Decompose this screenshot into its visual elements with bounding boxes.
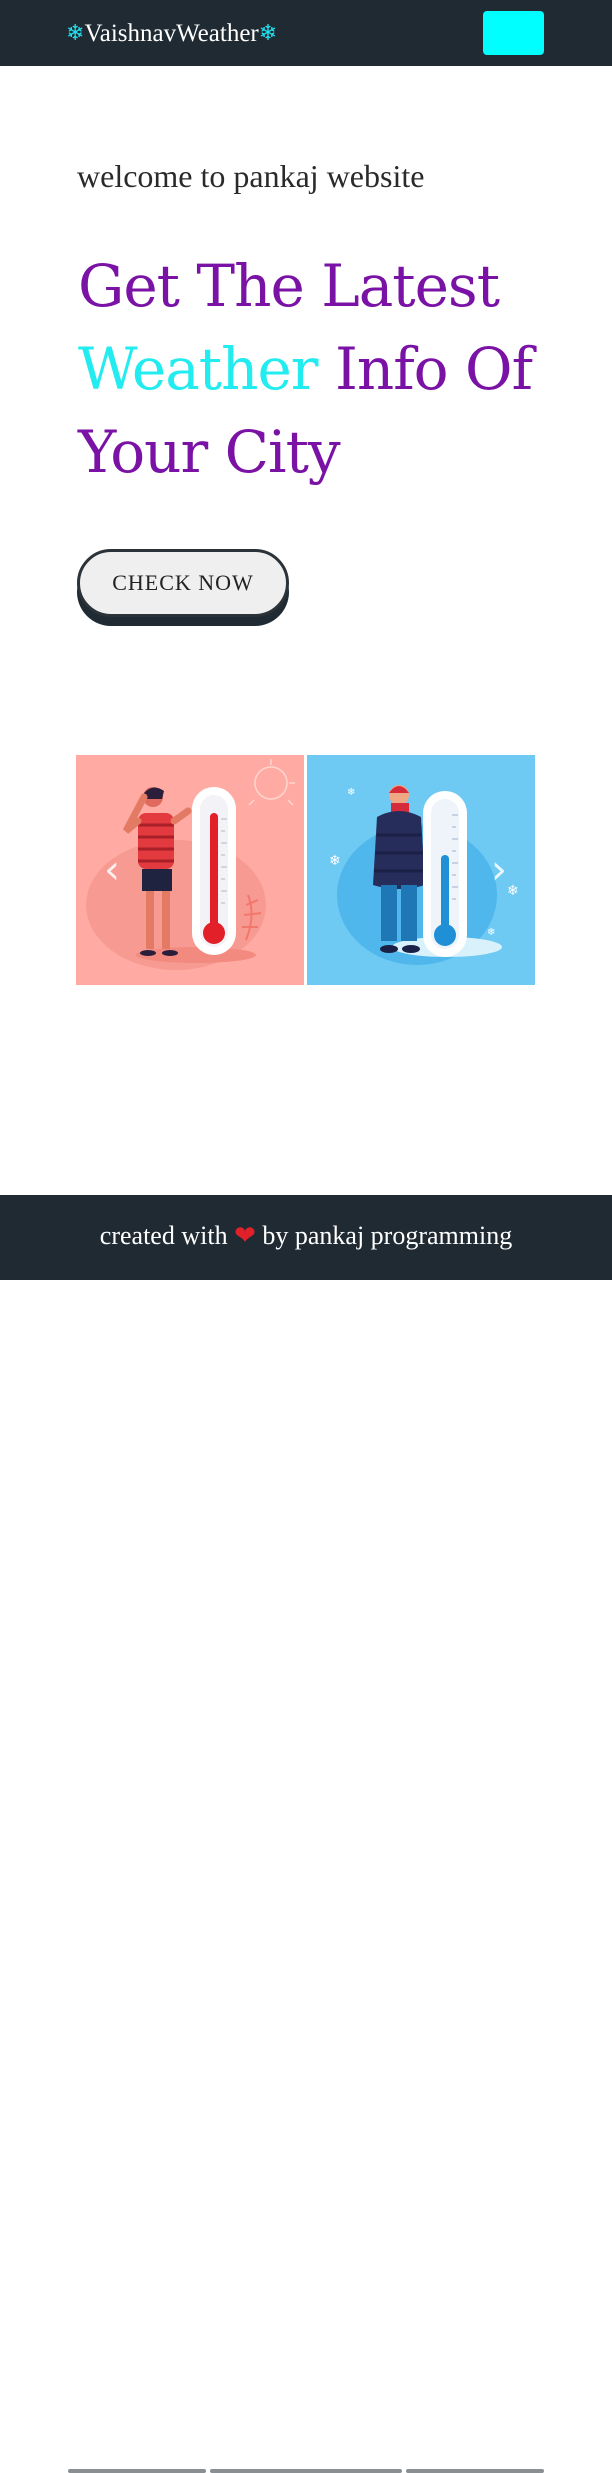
footer-credit: created with ❤ by pankaj programming bbox=[0, 1221, 612, 1251]
svg-text:❄: ❄ bbox=[347, 787, 355, 798]
brand-name: VaishnavWeather bbox=[84, 20, 259, 47]
headline-part-1: Get The Latest bbox=[78, 252, 500, 320]
headline-highlight: Weather bbox=[78, 335, 318, 403]
snowflake-icon: ❄ bbox=[66, 20, 85, 45]
menu-toggle-button[interactable] bbox=[483, 11, 544, 55]
brand-link[interactable]: ❄ VaishnavWeather ❄ bbox=[66, 17, 277, 51]
footer-text-after: by pankaj programming bbox=[262, 1221, 513, 1250]
check-now-button[interactable]: CHECK NOW bbox=[77, 549, 289, 617]
svg-text:❄: ❄ bbox=[487, 927, 495, 938]
hero-headline: Get The Latest Weather Info Of Your City bbox=[78, 245, 578, 494]
svg-text:❄: ❄ bbox=[329, 853, 341, 869]
scrollbar-segment bbox=[68, 2469, 206, 2473]
heart-icon: ❤ bbox=[234, 1221, 256, 1250]
scrollbar-segment bbox=[406, 2469, 544, 2473]
carousel-prev-icon[interactable]: ‹ bbox=[97, 848, 127, 892]
navbar: ❄ VaishnavWeather ❄ bbox=[0, 0, 612, 66]
footer: created with ❤ by pankaj programming bbox=[0, 1195, 612, 2473]
footer-text-before: created with bbox=[99, 1221, 228, 1250]
scrollbar-segment bbox=[210, 2469, 402, 2473]
snowflake-icon: ❄ bbox=[258, 20, 278, 45]
weather-carousel: ❄ ❄ ❄ ❄ bbox=[76, 755, 536, 985]
carousel-next-icon[interactable]: › bbox=[484, 848, 514, 892]
welcome-text: welcome to pankaj website bbox=[77, 158, 425, 194]
